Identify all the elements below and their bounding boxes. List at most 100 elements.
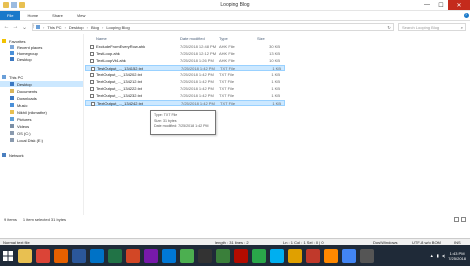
nav-os-c[interactable]: OS (C:) [10, 130, 31, 136]
file-row[interactable]: TextOutput_..._134202.txt 7/25/2018 1:42 … [85, 72, 285, 78]
explorer-icon[interactable] [18, 248, 32, 263]
ahk-file-icon [90, 51, 94, 56]
nav-pictures[interactable]: Pictures [10, 116, 31, 122]
nav-documents[interactable]: Documents [10, 88, 37, 94]
breadcrumb-this-pc[interactable]: This PC [47, 25, 61, 30]
nav-videos[interactable]: Videos [10, 123, 29, 129]
file-date: 7/25/2018 1:42 PM [181, 101, 215, 106]
volume-icon[interactable]: ◂) [442, 253, 445, 258]
ahk-icon[interactable] [216, 248, 230, 263]
file-row[interactable]: TextOutput_..._134212.txt 7/25/2018 1:42 … [85, 79, 285, 85]
address-bar[interactable]: › This PC › Desktop › Blog › Looping Blo… [32, 23, 394, 31]
nav-user-folder[interactable]: Nikhil (nikmathe) [10, 109, 47, 115]
file-size: 1 KB [272, 66, 281, 71]
breadcrumb-blog[interactable]: Blog [91, 25, 99, 30]
excel-icon[interactable] [108, 248, 122, 263]
star-icon [2, 39, 6, 43]
nav-music[interactable]: Music [10, 102, 27, 108]
file-row[interactable]: ExcludeFromEveryRow.ahk 7/25/2018 12:48 P… [85, 44, 285, 50]
network-tray-icon[interactable]: ▮ [437, 253, 439, 258]
firefox-icon[interactable] [54, 248, 68, 263]
clock-time: 1:43 PM [449, 250, 465, 256]
file-date: 7/25/2018 12:48 PM [180, 44, 217, 49]
minimize-button[interactable]: — [420, 0, 434, 10]
file-name: TextOutput_..._134222.txt [96, 86, 142, 91]
help-icon: ? [463, 13, 469, 18]
clock[interactable]: 1:43 PM 7/25/2018 [448, 251, 466, 261]
file-row[interactable]: TextOutput_..._134242.txt 7/25/2018 1:42 … [85, 100, 285, 106]
tab-file[interactable]: File [0, 11, 21, 20]
file-row[interactable]: TextOutput_..._134222.txt 7/25/2018 1:42 … [85, 86, 285, 92]
nav-network[interactable]: Network [2, 152, 24, 158]
forward-button[interactable]: → [12, 24, 19, 31]
skype-icon[interactable] [270, 248, 284, 263]
file-date: 7/25/2018 12:12 PM [180, 51, 217, 56]
help-button[interactable]: ? [462, 11, 470, 20]
chrome2-icon[interactable] [342, 248, 356, 263]
item-count: 9 items [4, 217, 17, 222]
system-tray: ▲ ▮ ◂) 1:43 PM 7/25/2018 [430, 251, 470, 261]
lync-icon[interactable] [162, 248, 176, 263]
file-name: TestLoop.ahk [96, 51, 120, 56]
ahk-file-icon [90, 44, 94, 49]
nav-this-pc[interactable]: This PC [2, 74, 23, 80]
close-button[interactable]: ✕ [448, 0, 470, 10]
file-size: 1 KB [271, 72, 280, 77]
file-date: 7/25/2018 1:42 PM [180, 86, 214, 91]
snip-icon[interactable] [306, 248, 320, 263]
media-icon[interactable] [288, 248, 302, 263]
start-button[interactable] [0, 245, 16, 266]
refresh-icon[interactable]: ↻ [385, 25, 393, 30]
nav-desktop[interactable]: Desktop [0, 81, 83, 87]
onenote-icon[interactable] [144, 248, 158, 263]
powerpoint-icon[interactable] [126, 248, 140, 263]
taskbar: ▲ ▮ ◂) 1:43 PM 7/25/2018 [0, 245, 470, 266]
nav-desktop-fav[interactable]: Desktop [10, 56, 32, 62]
recent-icon [10, 45, 14, 49]
tab-view[interactable]: View [70, 11, 93, 20]
search-input[interactable]: Search Looping Blog ⌕ [398, 23, 466, 31]
breadcrumb-desktop[interactable]: Desktop [69, 25, 84, 30]
nav-label: Pictures [17, 116, 32, 122]
acrobat-icon[interactable] [234, 248, 248, 263]
file-type: AHK File [219, 44, 235, 49]
selection-info: 1 item selected 31 bytes [22, 217, 67, 222]
column-name[interactable]: Name [96, 36, 107, 41]
file-name: TestOutput_..._134152.txt [97, 66, 143, 71]
file-size: 10 KB [269, 58, 280, 63]
file-row[interactable]: TestLoop.ahk 7/25/2018 12:12 PM AHK File 13… [85, 51, 285, 57]
back-button[interactable]: ← [3, 24, 10, 31]
txt-file-icon [91, 101, 95, 106]
tab-share[interactable]: Share [45, 11, 70, 20]
nav-local-disk-e[interactable]: Local Disk (E:) [10, 137, 43, 143]
file-row[interactable]: TextOutput_..._134232.txt 7/25/2018 1:42 … [85, 93, 285, 99]
recent-locations-button[interactable]: ⌄ [21, 24, 28, 31]
column-size[interactable]: Size [257, 36, 265, 41]
settings-icon[interactable] [360, 248, 374, 263]
file-list: Name Date modified Type Size ExcludeFrom… [85, 34, 470, 215]
column-type[interactable]: Type [219, 36, 228, 41]
file-type: TXT File [220, 66, 236, 71]
file-name: ExcludeFromEveryRow.ahk [96, 44, 146, 49]
nav-label: Homegroup [17, 50, 38, 56]
outlook-icon[interactable] [90, 248, 104, 263]
chrome-icon[interactable] [36, 248, 50, 263]
large-icons-view-icon[interactable] [461, 217, 466, 222]
notifications-icon[interactable]: ▲ [430, 253, 434, 258]
cmd-icon[interactable] [198, 248, 212, 263]
vlc-icon[interactable] [324, 248, 338, 263]
word-icon[interactable] [72, 248, 86, 263]
camtasia-icon[interactable] [252, 248, 266, 263]
nav-label: Recent places [17, 44, 43, 50]
notepad-icon[interactable] [180, 248, 194, 263]
file-row[interactable]: TestOutput_..._134152.txt 7/25/2018 1:42 … [85, 65, 285, 71]
maximize-button[interactable]: ☐ [434, 0, 448, 10]
nav-label: Favorites [9, 38, 26, 44]
file-row[interactable]: TextLoopVt4.ahk 7/25/2018 1:26 PM AHK File… [85, 58, 285, 64]
tab-home[interactable]: Home [20, 11, 45, 20]
details-view-icon[interactable] [454, 217, 459, 222]
breadcrumb-looping-blog[interactable]: Looping Blog [106, 25, 129, 30]
column-date[interactable]: Date modified [180, 36, 205, 41]
pictures-icon [10, 117, 14, 121]
nav-downloads[interactable]: Downloads [10, 95, 37, 101]
